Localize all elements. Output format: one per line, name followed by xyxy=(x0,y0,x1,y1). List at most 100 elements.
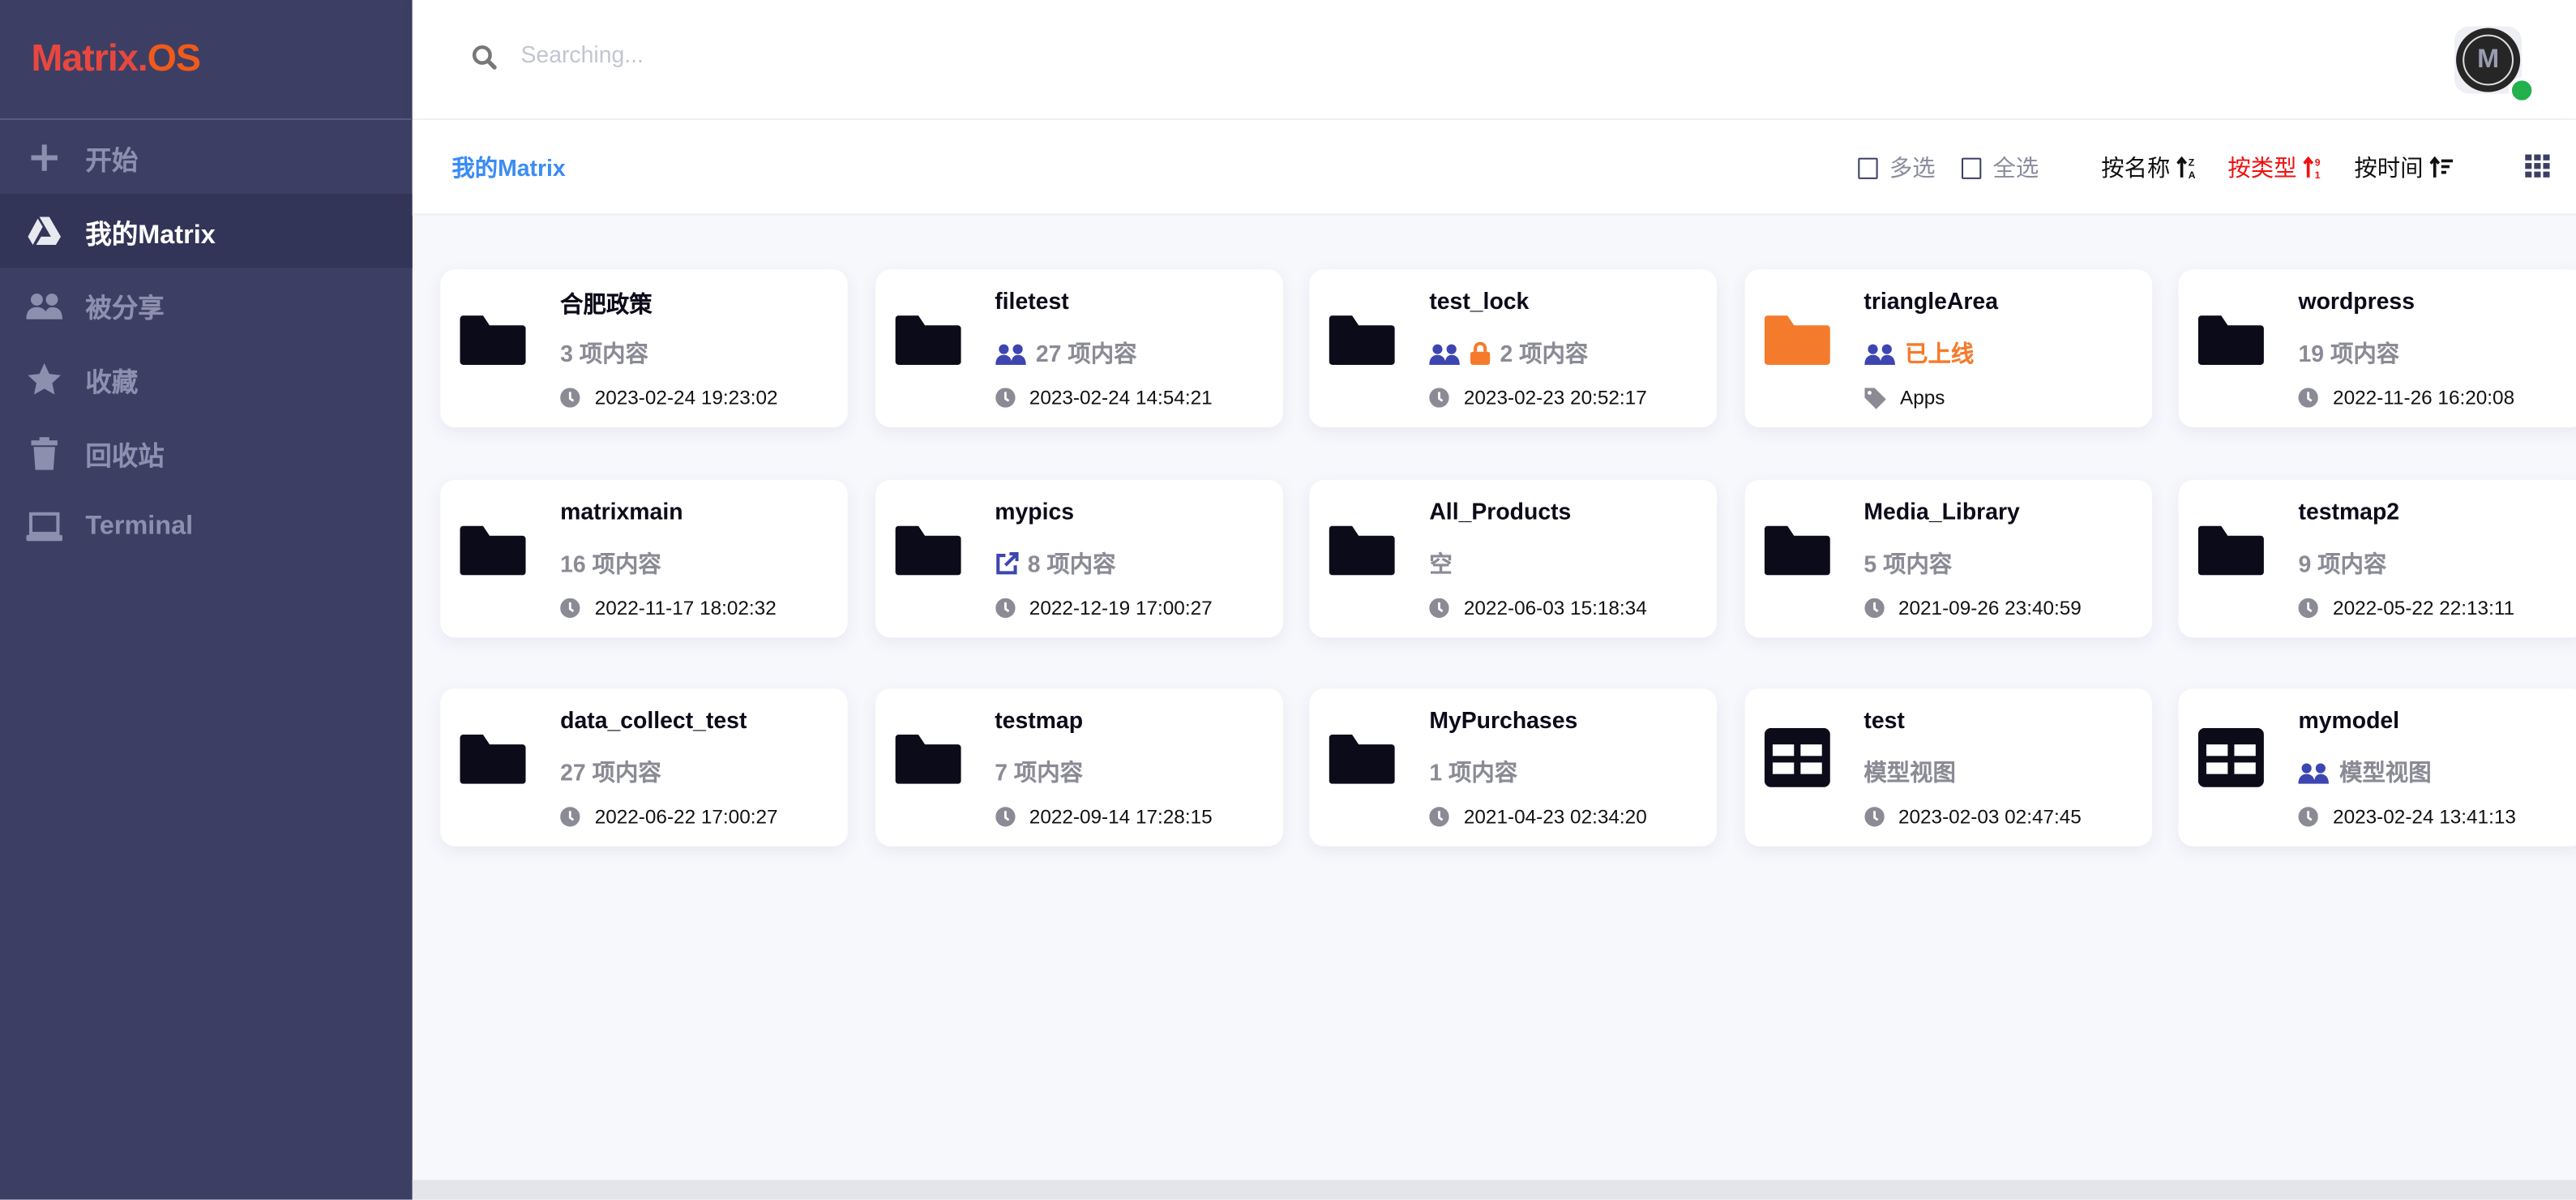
sidebar-item-5[interactable]: Terminal xyxy=(0,490,413,564)
breadcrumb[interactable]: 我的Matrix xyxy=(451,151,565,184)
clock-icon xyxy=(995,388,1015,408)
item-meta: 模型视图 xyxy=(1864,756,1956,789)
horizontal-scrollbar[interactable] xyxy=(412,1180,2576,1200)
checkbox-icon xyxy=(1858,156,1878,178)
folder-icon xyxy=(894,734,961,792)
item-footer: 2023-02-24 13:41:13 xyxy=(2298,805,2516,829)
modified-time: 2022-06-22 17:00:27 xyxy=(594,805,778,829)
item-count: 2 项内容 xyxy=(1500,340,1589,366)
clock-icon xyxy=(995,597,1015,618)
file-card[interactable]: 合肥政策 3 项内容 2023-02-24 19:23:02 xyxy=(440,269,848,427)
clock-icon xyxy=(1429,597,1449,618)
star-icon xyxy=(26,362,62,395)
sidebar-item-2[interactable]: 被分享 xyxy=(0,268,413,341)
external-link-icon xyxy=(995,551,1018,574)
users-icon xyxy=(26,290,63,319)
shared-users-icon xyxy=(2298,762,2329,783)
file-name: testmap xyxy=(995,706,1084,733)
folder-icon xyxy=(1763,315,1829,373)
file-card[interactable]: testmap 7 项内容 2022-09-14 17:28:15 xyxy=(875,688,1282,846)
file-card[interactable]: test 模型视图 2023-02-03 02:47:45 xyxy=(1744,688,2152,846)
tag-icon xyxy=(1864,387,1885,409)
file-card[interactable]: matrixmain 16 项内容 2022-11-17 18:02:32 xyxy=(440,478,848,637)
clock-icon xyxy=(560,807,580,827)
file-card[interactable]: triangleArea 已上线 Apps xyxy=(1744,269,2152,427)
item-footer: 2022-05-22 22:13:11 xyxy=(2298,596,2514,619)
multi-select-checkbox[interactable]: 多选 xyxy=(1858,151,1936,184)
sidebar-item-0[interactable]: 开始 xyxy=(0,120,413,194)
item-count: 9 项内容 xyxy=(2298,549,2387,576)
item-count: 空 xyxy=(1429,549,1453,576)
logo[interactable]: Matrix.OS xyxy=(32,36,202,81)
modified-time: 2022-12-19 17:00:27 xyxy=(1029,595,1213,619)
select-all-checkbox[interactable]: 全选 xyxy=(1961,151,2039,184)
item-tag: Apps xyxy=(1899,386,1945,409)
folder-icon xyxy=(894,525,961,583)
item-meta: 3 项内容 xyxy=(560,336,648,370)
file-card[interactable]: wordpress 19 项内容 2022-11-26 16:20:08 xyxy=(2178,269,2576,427)
modified-time: 2021-09-26 23:40:59 xyxy=(1898,595,2082,619)
sidebar-item-label: 回收站 xyxy=(85,443,165,471)
file-card[interactable]: test_lock 2 项内容 2023-02-23 20:52:17 xyxy=(1309,269,1718,427)
file-card[interactable]: filetest 27 项内容 2023-02-24 14:54:21 xyxy=(875,269,1282,427)
trash-icon xyxy=(26,436,62,469)
sort-amount-icon xyxy=(2429,156,2454,178)
table-model-icon xyxy=(1763,727,1829,795)
item-count: 27 项内容 xyxy=(560,759,661,786)
clock-icon xyxy=(2298,388,2318,408)
sidebar-item-label: 我的Matrix xyxy=(85,221,216,250)
sort-by-type-button[interactable]: 按类型 91 xyxy=(2227,151,2325,184)
file-name: test xyxy=(1864,706,1905,733)
sort-by-time-button[interactable]: 按时间 xyxy=(2354,151,2454,184)
lock-icon xyxy=(1470,341,1491,365)
clock-icon xyxy=(560,597,580,618)
clock-icon xyxy=(995,807,1015,827)
item-meta: 27 项内容 xyxy=(560,756,661,789)
item-footer: 2022-06-22 17:00:27 xyxy=(560,805,778,829)
folder-icon xyxy=(894,315,961,373)
file-name: triangleArea xyxy=(1864,287,1999,315)
item-footer: 2023-02-03 02:47:45 xyxy=(1864,805,2082,829)
toolbar: 我的Matrix 多选 全选 按名称 ZA 按类型 91 按时间 xyxy=(412,119,2576,216)
item-footer: 2022-06-03 15:18:34 xyxy=(1429,595,1647,619)
grid-icon xyxy=(2525,153,2550,177)
file-card[interactable]: All_Products 空 2022-06-03 15:18:34 xyxy=(1309,478,1718,637)
sidebar: Matrix.OS 开始我的Matrix 被分享收藏回收站 Terminal xyxy=(0,0,413,1200)
file-card[interactable]: testmap2 9 项内容 2022-05-22 22:13:11 xyxy=(2178,478,2576,637)
folder-icon xyxy=(2197,315,2264,373)
sidebar-item-label: 被分享 xyxy=(85,294,165,324)
clock-icon xyxy=(1429,807,1449,827)
sidebar-item-1[interactable]: 我的Matrix xyxy=(0,194,413,268)
item-footer: 2022-11-26 16:20:08 xyxy=(2298,386,2514,409)
folder-icon xyxy=(460,734,526,792)
item-count: 7 项内容 xyxy=(995,759,1084,786)
file-card[interactable]: mymodel 模型视图 2023-02-24 13:41:13 xyxy=(2178,688,2576,846)
item-count: 模型视图 xyxy=(2339,759,2432,786)
folder-icon xyxy=(1329,734,1395,792)
item-count: 27 项内容 xyxy=(1035,340,1137,366)
sidebar-item-3[interactable]: 收藏 xyxy=(0,342,413,416)
item-count: 3 项内容 xyxy=(560,340,648,366)
modified-time: 2023-02-03 02:47:45 xyxy=(1898,805,2082,829)
file-card[interactable]: Media_Library 5 项内容 2021-09-26 23:40:59 xyxy=(1744,478,2152,637)
file-name: matrixmain xyxy=(560,497,683,524)
item-footer: 2021-04-23 02:34:20 xyxy=(1429,805,1647,829)
clock-icon xyxy=(2298,597,2318,618)
file-card[interactable]: mypics 8 项内容 2022-12-19 17:00:27 xyxy=(875,478,1282,637)
file-card[interactable]: data_collect_test 27 项内容 2022-06-22 17:0… xyxy=(440,688,848,846)
grid-view-button[interactable] xyxy=(2525,153,2550,182)
svg-text:9: 9 xyxy=(2315,157,2321,169)
item-footer: 2023-02-24 19:23:02 xyxy=(560,386,778,409)
modified-time: 2022-09-14 17:28:15 xyxy=(1029,805,1213,829)
file-card[interactable]: MyPurchases 1 项内容 2021-04-23 02:34:20 xyxy=(1309,688,1718,846)
item-count: 8 项内容 xyxy=(1027,549,1116,576)
item-meta: 已上线 xyxy=(1864,336,1974,370)
item-footer: 2022-12-19 17:00:27 xyxy=(995,595,1213,619)
avatar[interactable]: M xyxy=(2454,26,2535,104)
sidebar-item-4[interactable]: 回收站 xyxy=(0,416,413,490)
sort-by-name-button[interactable]: 按名称 ZA xyxy=(2101,151,2198,184)
item-meta: 19 项内容 xyxy=(2298,336,2399,370)
item-count: 已上线 xyxy=(1905,340,1975,366)
modified-time: 2022-06-03 15:18:34 xyxy=(1463,595,1647,619)
search-input[interactable] xyxy=(517,39,1182,70)
